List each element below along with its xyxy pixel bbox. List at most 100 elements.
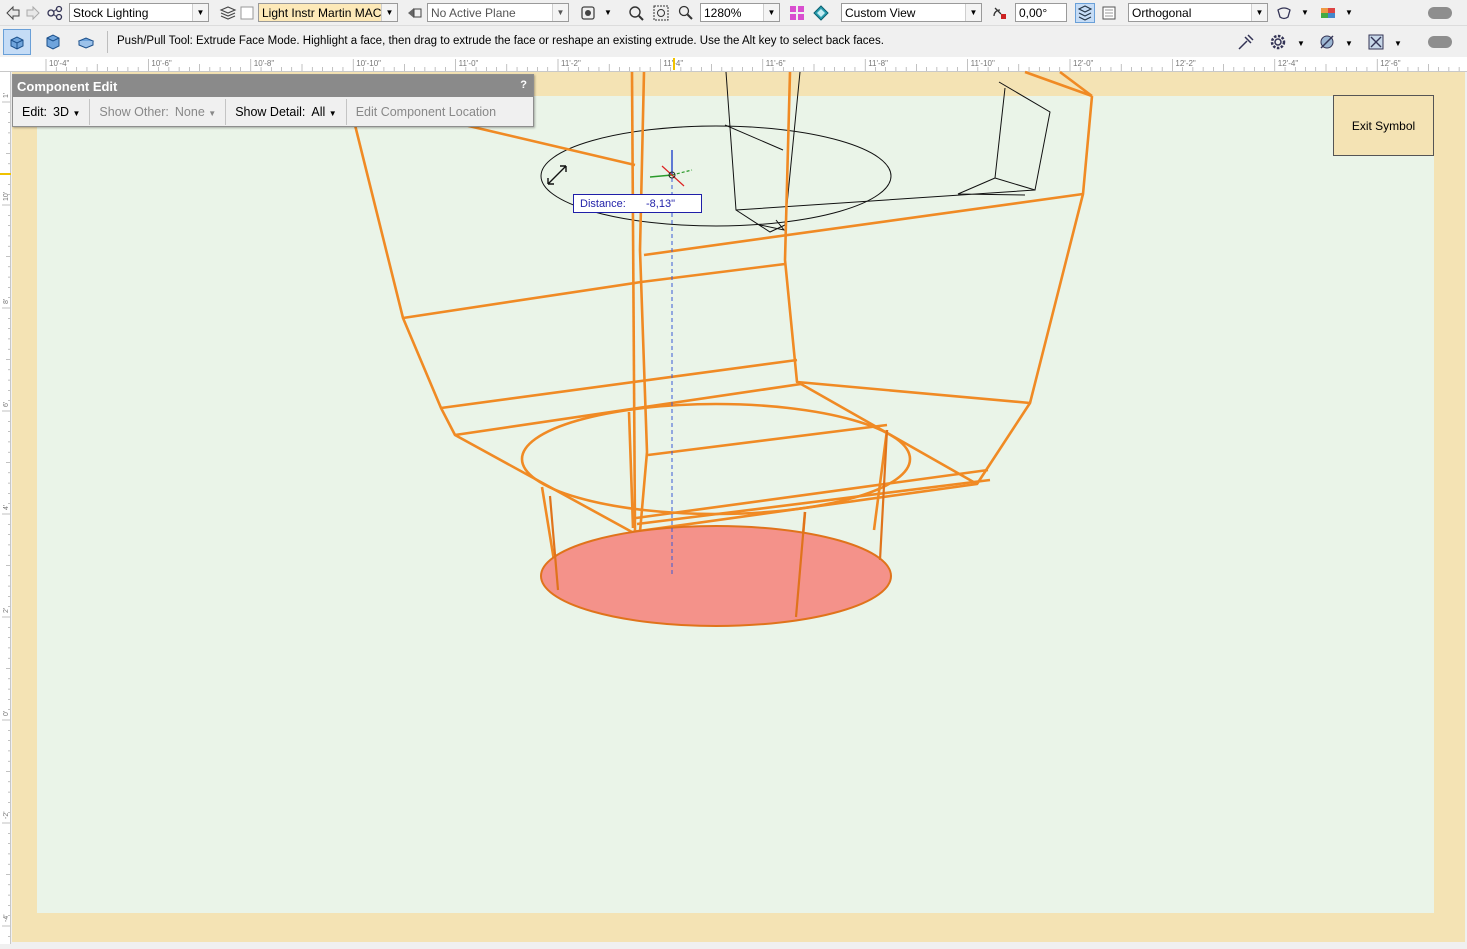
active-plane-select[interactable]: No Active Plane ▼	[427, 3, 569, 22]
projection-select[interactable]: Orthogonal ▼	[1128, 3, 1268, 22]
zoom-fit-icon[interactable]	[626, 3, 646, 23]
edit-group: Edit: 3D ▼	[13, 99, 91, 125]
rotation-icon[interactable]	[990, 3, 1010, 23]
chevron-down-icon[interactable]: ▼	[1343, 34, 1355, 53]
tool-options-icon[interactable]	[1315, 31, 1339, 53]
separator	[107, 31, 108, 53]
canvas[interactable]	[37, 96, 1434, 913]
horizontal-ruler: 10'-4" 10'-6" 10'-8" 10'-10" 11'-0" 11'-2" 11'…	[0, 57, 1467, 72]
chevron-down-icon: ▼	[328, 109, 337, 118]
light-options-icon[interactable]	[1274, 3, 1294, 23]
distance-field[interactable]: Distance: -8,13"	[573, 194, 702, 213]
ruler-tick-label: 11'-2"	[561, 59, 581, 68]
chevron-down-icon[interactable]: ▼	[1392, 34, 1404, 53]
toolbar-toggle-button[interactable]	[1428, 7, 1452, 19]
ruler-tick-label: 0'	[3, 711, 10, 716]
mode-bar: Push/Pull Tool: Extrude Face Mode. Highl…	[0, 27, 1467, 57]
ruler-tick-label: -2'	[3, 811, 10, 819]
chevron-down-icon: ▼	[763, 4, 779, 21]
rotation-field[interactable]: 0,00°	[1015, 3, 1067, 22]
snap-settings-icon[interactable]	[1234, 31, 1258, 53]
show-other-dropdown[interactable]: None ▼	[175, 105, 216, 119]
ruler-tick-label: 11'-0"	[459, 59, 479, 68]
ruler-tick-label: 12'-6"	[1380, 59, 1401, 68]
exit-symbol-button[interactable]: Exit Symbol	[1333, 95, 1434, 156]
extrude-planar-mode-button[interactable]	[72, 29, 100, 55]
ruler-tick-label: 11'-6"	[766, 59, 786, 68]
chevron-down-icon[interactable]: ▼	[1299, 3, 1311, 22]
snap-icon[interactable]	[578, 3, 598, 23]
ruler-tick-label: 4'	[3, 505, 10, 510]
gear-icon[interactable]	[1266, 31, 1290, 53]
tool-hint: Push/Pull Tool: Extrude Face Mode. Highl…	[117, 35, 884, 47]
layer-visibility-icon[interactable]	[237, 3, 257, 23]
edit-label: Edit:	[22, 105, 48, 119]
plane-icon[interactable]	[404, 3, 424, 23]
panel-title-text: Component Edit	[17, 78, 118, 94]
extrude-face-icon	[10, 36, 24, 50]
ruler-tick-label: 12'-4"	[1278, 59, 1299, 68]
help-icon[interactable]: ?	[520, 79, 527, 91]
ruler-tick-label: 11'-10"	[971, 59, 995, 68]
ruler-tick-label: 12'-0"	[1073, 59, 1094, 68]
panel-body: Edit: 3D ▼ Show Other: None ▼ Show Detai…	[13, 97, 533, 127]
back-icon[interactable]	[3, 3, 23, 23]
layers-icon[interactable]	[218, 3, 238, 23]
extrude-planar-icon	[77, 37, 95, 49]
view-layout-icon[interactable]	[787, 3, 807, 23]
ruler-tick-label: 10'-6"	[151, 59, 172, 68]
component-edit-panel: Component Edit ? Edit: 3D ▼ Show Other: …	[12, 74, 534, 127]
ruler-tick-label: 10'	[3, 192, 10, 201]
sub-face-icon	[46, 34, 60, 50]
distance-value[interactable]: -8,13"	[646, 198, 675, 210]
color-palette-icon[interactable]	[1318, 3, 1338, 23]
forward-icon[interactable]	[23, 3, 43, 23]
mode-bar-toggle-button[interactable]	[1428, 36, 1452, 48]
show-detail-dropdown[interactable]: All ▼	[311, 105, 336, 119]
view-select[interactable]: Custom View ▼	[841, 3, 982, 22]
extrude-face-mode-button[interactable]	[3, 29, 31, 55]
zoom-window-icon[interactable]	[651, 3, 671, 23]
show-detail-label: Show Detail:	[235, 105, 306, 119]
edit-location-button[interactable]: Edit Component Location	[347, 99, 505, 125]
view-bar: Stock Lighting ▼ Light Instr Martin MAC V…	[0, 0, 1467, 26]
sheet-icon[interactable]	[1099, 3, 1119, 23]
chevron-down-icon[interactable]: ▼	[602, 3, 614, 22]
render-mode-icon[interactable]	[811, 3, 831, 23]
show-other-group: Show Other: None ▼	[90, 99, 227, 125]
ruler-tick-label: 10'-4"	[49, 59, 70, 68]
ruler-tick-label: 12'-2"	[1175, 59, 1196, 68]
chevron-down-icon: ▼	[965, 4, 981, 21]
class-icon[interactable]	[45, 3, 65, 23]
ruler-tick-label: 2'	[3, 608, 10, 613]
show-other-label: Show Other:	[99, 105, 169, 119]
zoom-icon[interactable]	[676, 3, 696, 23]
ruler-tick-label: 8'	[3, 299, 10, 304]
edit-dropdown[interactable]: 3D ▼	[53, 105, 80, 119]
layer-select[interactable]: Light Instr Martin MAC Vi ▼	[258, 3, 398, 22]
sub-face-mode-button[interactable]	[39, 29, 67, 55]
drawing-area[interactable]	[12, 72, 1465, 942]
chevron-down-icon[interactable]: ▼	[1343, 3, 1355, 22]
chevron-down-icon: ▼	[192, 4, 208, 21]
chevron-down-icon: ▼	[552, 4, 568, 21]
ruler-tick-label: 11'-8"	[868, 59, 888, 68]
show-detail-group: Show Detail: All ▼	[226, 99, 347, 125]
ruler-tick-label: 10'-10"	[356, 59, 381, 68]
tool-preferences-icon[interactable]	[1364, 31, 1388, 53]
ruler-tick-label: 10'-8"	[254, 59, 275, 68]
class-select[interactable]: Stock Lighting ▼	[69, 3, 209, 22]
ruler-tick-label: 11'-4"	[663, 59, 683, 68]
zoom-select[interactable]: 1280% ▼	[700, 3, 780, 22]
vertical-ruler: 1' 10' 8' 6' 4' 2' 0' -2' -4'	[0, 72, 11, 944]
chevron-down-icon: ▼	[381, 4, 397, 21]
layer-options-icon[interactable]	[1075, 3, 1095, 23]
panel-title: Component Edit ?	[13, 75, 533, 97]
ruler-tick-label: 1'	[3, 93, 10, 98]
chevron-down-icon: ▼	[72, 109, 81, 118]
chevron-down-icon: ▼	[208, 109, 217, 118]
chevron-down-icon: ▼	[1251, 4, 1267, 21]
ruler-tick-label: 6'	[3, 402, 10, 407]
chevron-down-icon[interactable]: ▼	[1295, 34, 1307, 53]
distance-label: Distance:	[580, 197, 626, 210]
